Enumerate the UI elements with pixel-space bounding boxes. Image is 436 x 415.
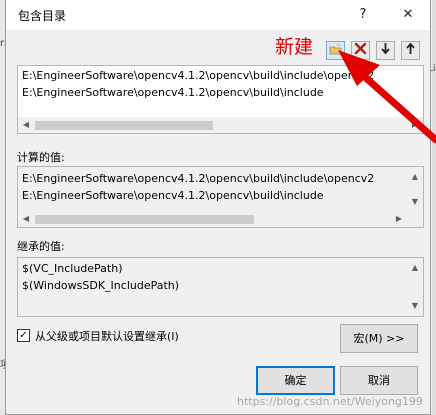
annotation-arrow xyxy=(338,50,436,144)
